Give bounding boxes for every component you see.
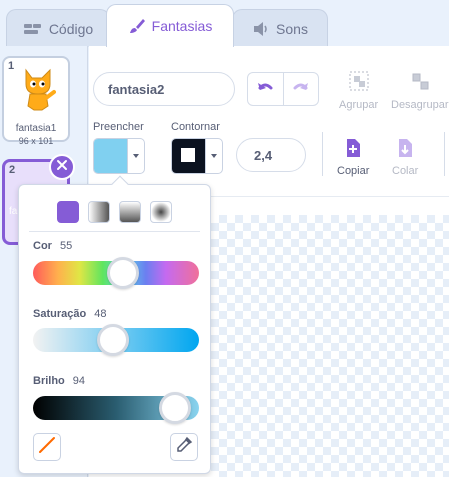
saturation-label: Saturação — [33, 308, 87, 320]
copy-button[interactable]: Copiar — [337, 138, 369, 177]
horizontal-gradient-option[interactable] — [88, 201, 110, 223]
undo-icon — [256, 80, 274, 99]
tab-sounds[interactable]: Sons — [232, 9, 328, 47]
costume-number: 1 — [8, 60, 15, 72]
saturation-slider[interactable] — [33, 324, 199, 356]
outline-label: Contornar — [171, 121, 220, 133]
paste-label: Colar — [392, 165, 419, 177]
no-color-button[interactable] — [33, 433, 61, 461]
paste-button[interactable]: Colar — [392, 138, 418, 177]
outline-swatch — [172, 139, 206, 173]
group-button[interactable]: Agrupar — [339, 70, 378, 111]
color-slider[interactable] — [33, 257, 199, 289]
costume-name-input[interactable] — [93, 72, 235, 106]
fill-color-button[interactable] — [93, 138, 145, 174]
no-color-icon — [38, 436, 56, 459]
brightness-slider-label: Brilho 94 — [33, 375, 85, 387]
paste-icon — [396, 138, 414, 161]
outline-width-input[interactable]: 2,4 — [236, 138, 306, 172]
cat-sprite-icon — [20, 66, 56, 117]
copy-icon — [344, 138, 362, 161]
toolbar-divider — [322, 132, 323, 176]
redo-icon — [292, 80, 310, 99]
undo-redo-group — [247, 72, 319, 106]
color-value: 55 — [59, 240, 73, 252]
vertical-gradient-option[interactable] — [119, 201, 141, 223]
ungroup-button[interactable]: Desagrupar — [391, 70, 448, 111]
fill-color-popover: Cor 55 Saturação 48 Brilho 94 — [18, 184, 211, 474]
group-icon — [348, 70, 370, 95]
code-icon — [23, 22, 43, 36]
costume-number: 2 — [9, 164, 16, 176]
tab-code-label: Código — [48, 20, 94, 37]
toolbar-divider — [444, 132, 445, 176]
saturation-slider-label: Saturação 48 — [33, 308, 106, 320]
fill-label: Preencher — [93, 121, 144, 133]
costume-item[interactable]: 1 fantasia1 96 x 101 — [2, 56, 70, 146]
gradient-type-selector — [57, 201, 172, 223]
saturation-slider-handle[interactable] — [97, 324, 130, 356]
delete-costume-button[interactable] — [49, 154, 75, 180]
chevron-down-icon — [206, 139, 222, 173]
outline-color-button[interactable] — [171, 138, 223, 174]
redo-button[interactable] — [284, 73, 319, 105]
brightness-slider[interactable] — [33, 392, 199, 424]
undo-button[interactable] — [248, 73, 284, 105]
tab-costumes[interactable]: Fantasias — [106, 4, 234, 47]
chevron-down-icon — [128, 139, 144, 173]
tab-code[interactable]: Código — [6, 9, 110, 47]
fill-swatch — [94, 139, 128, 173]
tab-costumes-label: Fantasias — [151, 18, 213, 34]
paintbrush-icon — [128, 17, 146, 35]
close-icon — [56, 158, 68, 176]
group-label: Agrupar — [339, 99, 379, 111]
costume-size: 96 x 101 — [18, 136, 54, 146]
brightness-value: 94 — [72, 375, 86, 387]
brightness-label: Brilho — [33, 375, 65, 387]
tab-bar: Código Fantasias Sons — [0, 0, 449, 47]
speaker-icon — [252, 21, 270, 37]
copy-label: Copiar — [337, 165, 370, 177]
eyedropper-button[interactable] — [170, 433, 198, 461]
color-label: Cor — [33, 240, 52, 252]
costume-name: fantasia1 — [15, 123, 57, 134]
popover-divider — [29, 231, 200, 232]
tab-sounds-label: Sons — [276, 20, 308, 37]
radial-gradient-option[interactable] — [150, 201, 172, 223]
brightness-slider-handle[interactable] — [158, 392, 191, 424]
outline-width-value: 2,4 — [254, 147, 273, 163]
saturation-value: 48 — [94, 308, 107, 320]
solid-fill-option[interactable] — [57, 201, 79, 223]
eyedropper-icon — [175, 436, 193, 459]
ungroup-label: Desagrupar — [391, 99, 449, 111]
color-slider-label: Cor 55 — [33, 240, 72, 252]
drawing-canvas[interactable] — [211, 215, 449, 477]
ungroup-icon — [409, 70, 431, 95]
color-slider-handle[interactable] — [106, 257, 139, 289]
